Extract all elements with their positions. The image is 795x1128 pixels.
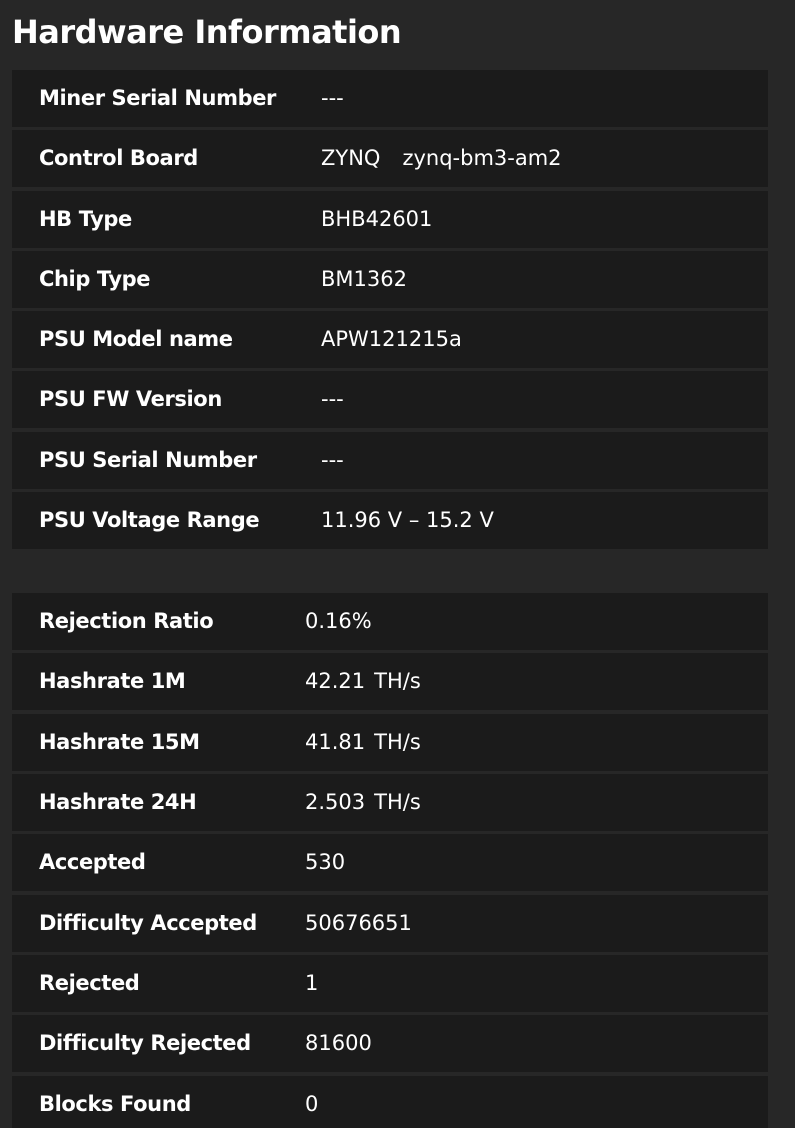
table-row: PSU FW Version --- [12,371,768,429]
row-value: --- [321,387,344,412]
table-row: PSU Serial Number --- [12,431,768,489]
table-row: HB Type BHB42601 [12,190,768,248]
table-row: Hashrate 15M 41.81 TH/s [12,713,768,771]
hashrate-value: 2.503 [305,790,366,815]
row-value: 42.21 TH/s [305,653,421,710]
row-label: Control Board [39,146,198,171]
row-label: Hashrate 1M [39,669,186,694]
row-value: 81600 [305,1031,372,1056]
table-row: Rejection Ratio 0.16% [12,593,768,650]
row-value: 0.16% [305,609,372,633]
row-label: HB Type [39,206,132,231]
table-row: Rejected 1 [12,955,768,1013]
hashrate-unit: TH/s [374,790,421,815]
table-row: Difficulty Rejected 81600 [12,1015,768,1073]
table-row: PSU Voltage Range 11.96 V – 15.2 V [12,492,768,550]
row-label: PSU Voltage Range [39,508,260,533]
row-value: --- [321,86,344,110]
table-row: Control Board ZYNQ zynq-bm3-am2 [12,130,768,188]
row-label: PSU Model name [39,327,233,352]
row-value: BM1362 [321,266,407,291]
control-board-model: zynq-bm3-am2 [402,146,562,171]
row-value: 11.96 V – 15.2 V [321,508,494,533]
row-label: Accepted [39,850,146,875]
table-row: PSU Model name APW121215a [12,311,768,369]
row-value: 50676651 [305,910,412,935]
row-value: 41.81 TH/s [305,714,421,771]
row-value: 0 [305,1091,319,1116]
hardware-table: Miner Serial Number --- Control Board ZY… [12,70,768,552]
table-row: Hashrate 1M 42.21 TH/s [12,653,768,711]
row-value: APW121215a [321,327,462,352]
row-label: Blocks Found [39,1091,191,1116]
row-label: PSU Serial Number [39,447,257,472]
table-row: Chip Type BM1362 [12,250,768,308]
row-label: Difficulty Accepted [39,910,257,935]
table-row: Miner Serial Number --- [12,70,768,127]
row-label: Hashrate 24H [39,790,197,815]
hardware-info-page: Hardware Information Miner Serial Number… [0,0,795,1128]
row-label: Rejected [39,971,140,996]
row-value: --- [321,447,344,472]
row-label: Rejection Ratio [39,609,214,633]
table-row: Difficulty Accepted 50676651 [12,894,768,952]
hashrate-unit: TH/s [374,669,421,694]
stats-table: Rejection Ratio 0.16% Hashrate 1M 42.21 T… [12,593,768,1128]
hashrate-unit: TH/s [374,729,421,754]
row-label: PSU FW Version [39,387,222,412]
row-value: 530 [305,850,346,875]
row-value: ZYNQ zynq-bm3-am2 [321,130,562,187]
row-label: Chip Type [39,266,151,291]
row-label: Hashrate 15M [39,729,200,754]
row-value: 1 [305,971,319,996]
row-value: BHB42601 [321,206,433,231]
hashrate-value: 41.81 [305,729,366,754]
control-board-type: ZYNQ [321,146,381,171]
row-label: Miner Serial Number [39,86,276,110]
page-title: Hardware Information [12,13,402,51]
hashrate-value: 42.21 [305,669,366,694]
table-row: Blocks Found 0 [12,1075,768,1128]
table-row: Accepted 530 [12,834,768,892]
table-row: Hashrate 24H 2.503 TH/s [12,774,768,832]
row-value: 2.503 TH/s [305,774,421,831]
row-label: Difficulty Rejected [39,1031,251,1056]
